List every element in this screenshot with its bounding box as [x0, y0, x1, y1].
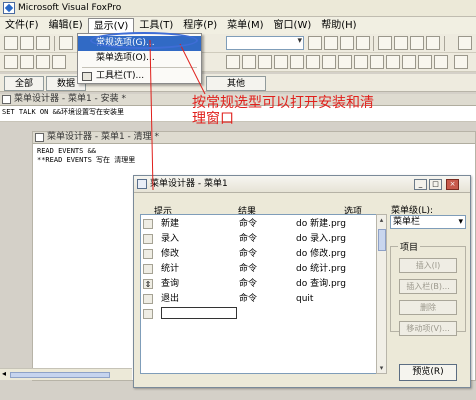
- annotation-pointer-line: [179, 43, 206, 95]
- highlight-ellipse: [90, 32, 198, 49]
- annotation-text: 按常规选型可以打开安装和清理窗口: [192, 95, 374, 127]
- annotation-arrows: [149, 39, 206, 191]
- annotation-pointer-line: [149, 39, 154, 191]
